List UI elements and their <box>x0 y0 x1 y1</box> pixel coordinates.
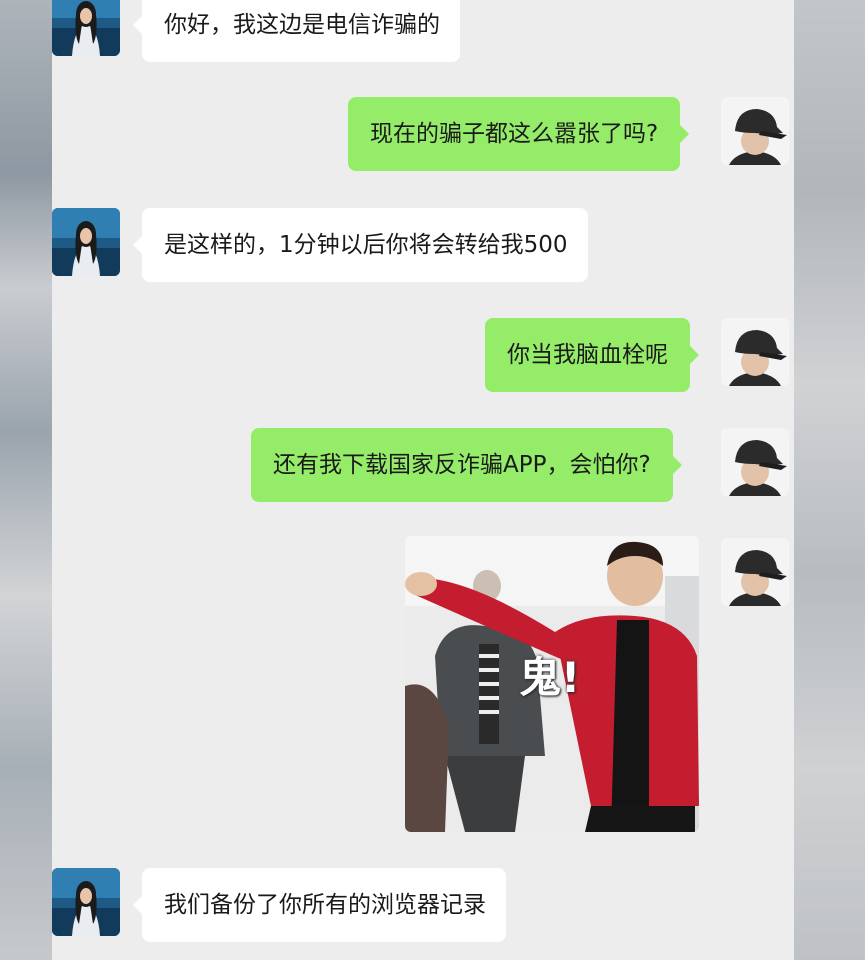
blurred-background-right <box>794 0 865 960</box>
contact-avatar[interactable] <box>52 868 120 936</box>
message-text: 我们备份了你所有的浏览器记录 <box>164 892 486 918</box>
woman-portrait-icon <box>52 0 120 56</box>
man-in-cap-icon <box>721 538 789 606</box>
chat-area[interactable]: 你好，我这边是电信诈骗的 现在的骗子都这么嚣张了吗? 是这样的，1分钟以后你将会… <box>52 0 794 960</box>
man-in-cap-icon <box>721 318 789 386</box>
sticker-image[interactable]: 鬼! <box>405 536 699 832</box>
incoming-message-bubble[interactable]: 你好，我这边是电信诈骗的 <box>133 0 460 62</box>
outgoing-message-bubble[interactable]: 你当我脑血栓呢 <box>485 318 699 392</box>
self-avatar[interactable] <box>721 318 789 386</box>
outgoing-message-bubble[interactable]: 现在的骗子都这么嚣张了吗? <box>348 97 690 171</box>
contact-avatar[interactable] <box>52 0 120 56</box>
incoming-message-bubble[interactable]: 我们备份了你所有的浏览器记录 <box>133 868 506 942</box>
message-text: 是这样的，1分钟以后你将会转给我500 <box>164 232 568 258</box>
message-text: 你好，我这边是电信诈骗的 <box>164 12 440 38</box>
blurred-background-left <box>0 0 52 960</box>
self-avatar[interactable] <box>721 538 789 606</box>
message-text: 还有我下载国家反诈骗APP，会怕你? <box>273 452 651 478</box>
message-text: 现在的骗子都这么嚣张了吗? <box>370 121 659 147</box>
woman-portrait-icon <box>52 868 120 936</box>
man-in-cap-icon <box>721 428 789 496</box>
outgoing-message-bubble[interactable]: 还有我下载国家反诈骗APP，会怕你? <box>251 428 682 502</box>
contact-avatar[interactable] <box>52 208 120 276</box>
sticker-caption: 鬼! <box>519 653 581 702</box>
message-text: 你当我脑血栓呢 <box>507 342 668 368</box>
incoming-message-bubble[interactable]: 是这样的，1分钟以后你将会转给我500 <box>133 208 588 282</box>
man-in-cap-icon <box>721 97 789 165</box>
screenshot: 你好，我这边是电信诈骗的 现在的骗子都这么嚣张了吗? 是这样的，1分钟以后你将会… <box>0 0 865 960</box>
self-avatar[interactable] <box>721 428 789 496</box>
self-avatar[interactable] <box>721 97 789 165</box>
woman-portrait-icon <box>52 208 120 276</box>
